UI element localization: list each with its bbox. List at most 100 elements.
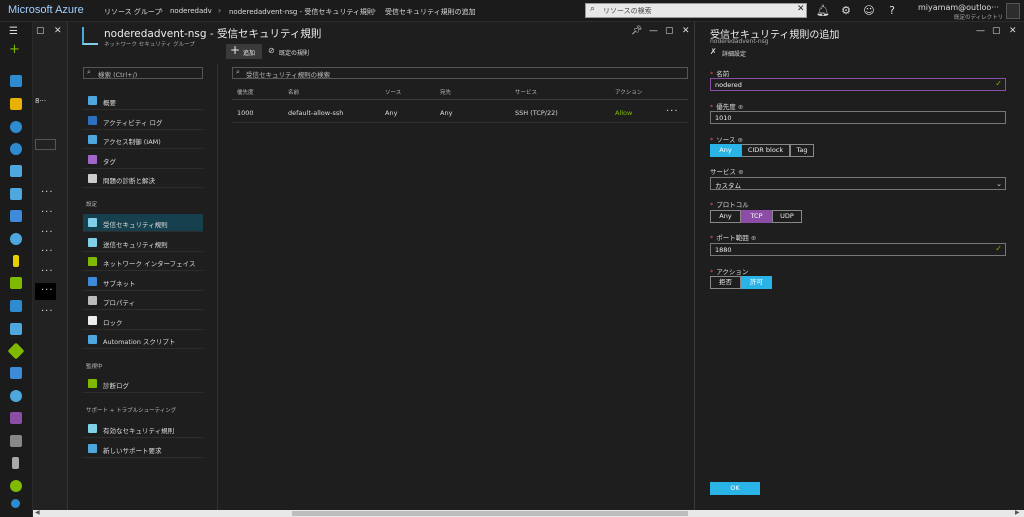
more-icon[interactable]: ··· (41, 266, 54, 277)
hamburger-icon[interactable]: ☰ (9, 26, 18, 37)
menu-item[interactable]: 概要 (83, 92, 203, 110)
dashboard-icon[interactable] (10, 75, 22, 87)
avatar[interactable] (1006, 3, 1020, 19)
more-icon[interactable]: ··· (41, 187, 54, 198)
minimize-icon[interactable]: — (976, 26, 985, 36)
scroll-right-icon[interactable]: ▶ (1015, 509, 1020, 516)
menu-item[interactable]: プロパティ (83, 292, 203, 310)
storage-icon[interactable] (10, 300, 22, 312)
more-icon[interactable]: ··· (41, 285, 54, 296)
monitor-icon[interactable] (10, 188, 22, 200)
column-header-priority[interactable]: 優先度 (237, 88, 254, 96)
column-header-source[interactable]: ソース (385, 88, 401, 96)
terminal-icon[interactable] (10, 367, 22, 379)
collapsed-input[interactable] (35, 139, 56, 150)
menu-item-icon (88, 218, 97, 227)
earth-icon[interactable] (10, 480, 22, 492)
pin-icon[interactable]: 📌︎ (631, 26, 642, 36)
close-icon[interactable]: ✕ (1009, 26, 1017, 36)
name-input[interactable]: nodered ✓ (710, 78, 1006, 91)
protocol-option-udp[interactable]: UDP (772, 210, 802, 223)
menu-item[interactable]: 受信セキュリティ規則 (83, 214, 203, 232)
action-option-allow[interactable]: 許可 (741, 276, 772, 289)
breadcrumb-add-rule[interactable]: 受信セキュリティ規則の追加 (385, 7, 476, 17)
smiley-icon[interactable]: ☺ (861, 3, 877, 19)
all-resources-icon[interactable] (10, 98, 22, 110)
protocol-label: * プロトコル (710, 201, 749, 209)
gear-icon[interactable]: ⚙ (838, 3, 854, 19)
column-header-action[interactable]: アクション (615, 88, 642, 96)
row-more-icon[interactable]: ··· (666, 106, 679, 117)
network-icon[interactable] (10, 412, 22, 424)
breadcrumb-nsg[interactable]: noderedadvent-nsg - 受信セキュリティ規則 (229, 7, 374, 17)
menu-item[interactable]: 新しいサポート要求 (83, 440, 203, 458)
help-icon[interactable]: ? (884, 3, 900, 19)
action-option-deny[interactable]: 拒否 (710, 276, 741, 289)
more-icon[interactable]: ··· (41, 306, 54, 317)
more-icon[interactable]: ··· (41, 227, 54, 238)
source-option-tag[interactable]: Tag (790, 144, 814, 157)
section-monitor: 監視中 (86, 364, 103, 370)
scroll-left-icon[interactable]: ◀ (35, 509, 40, 516)
default-rules-button[interactable]: 既定の規則 (279, 48, 309, 57)
gateway-icon[interactable] (10, 435, 22, 447)
source-option-cidr[interactable]: CIDR block (741, 144, 790, 157)
close-icon[interactable]: ✕ (682, 26, 690, 36)
more-icon[interactable]: ··· (41, 246, 54, 257)
menu-item[interactable]: 有効なセキュリティ規則 (83, 420, 203, 438)
plus-icon[interactable]: + (9, 43, 20, 56)
menu-item-label: 受信セキュリティ規則 (103, 221, 168, 229)
more-services-icon[interactable] (11, 499, 20, 508)
menu-item[interactable]: アクセス制御 (IAM) (83, 131, 203, 149)
key-icon[interactable] (13, 255, 19, 267)
clear-search-icon[interactable]: ✕ (797, 4, 805, 14)
globe-icon[interactable] (10, 143, 22, 155)
section-support: サポート + トラブルシューティング (86, 408, 177, 414)
maximize-icon[interactable]: ▢ (665, 26, 674, 36)
column-header-name[interactable]: 名前 (288, 88, 299, 96)
sql-icon[interactable] (10, 210, 22, 222)
factory-icon[interactable] (10, 323, 22, 335)
mobile-icon[interactable] (12, 457, 19, 469)
menu-item[interactable]: 問題の診断と解決 (83, 170, 203, 188)
ok-button[interactable]: OK (710, 482, 760, 495)
column-header-destination[interactable]: 宛先 (440, 88, 451, 96)
close-icon[interactable]: ✕ (54, 26, 62, 36)
bell-icon[interactable]: 🔔︎ (815, 3, 831, 19)
menu-item[interactable]: タグ (83, 151, 203, 169)
maximize-icon[interactable]: ▢ (36, 26, 45, 36)
source-option-any[interactable]: Any (710, 144, 741, 157)
column-header-service[interactable]: サービス (515, 88, 537, 96)
clock-icon[interactable] (10, 121, 22, 133)
service-select[interactable]: カスタム ⌄ (710, 177, 1006, 190)
protocol-option-tcp[interactable]: TCP (741, 210, 772, 223)
cloud-service-icon[interactable] (10, 390, 22, 402)
menu-item[interactable]: サブネット (83, 273, 203, 291)
minimize-icon[interactable]: — (649, 26, 658, 36)
app-service-icon[interactable] (10, 165, 22, 177)
default-rules-icon[interactable]: ⊘ (268, 46, 275, 55)
breadcrumb-resource-groups[interactable]: リソース グループ (104, 7, 161, 17)
menu-item[interactable]: 送信セキュリティ規則 (83, 234, 203, 252)
menu-item[interactable]: Automation スクリプト (83, 331, 203, 349)
protocol-option-any[interactable]: Any (710, 210, 741, 223)
advanced-settings-link[interactable]: 詳細設定 (722, 49, 746, 58)
maximize-icon[interactable]: ▢ (992, 26, 1001, 36)
breadcrumb-noderedadv[interactable]: noderedadv (170, 7, 212, 15)
shield-icon[interactable] (10, 277, 22, 289)
menu-item[interactable]: ネットワーク インターフェイス (83, 253, 203, 271)
cell-priority: 1000 (237, 109, 254, 117)
user-name[interactable]: miyamam@outloo··· (918, 3, 999, 12)
more-icon[interactable]: ··· (41, 207, 54, 218)
menu-item[interactable]: 診断ログ (83, 375, 203, 393)
priority-label: * 優先度 ⊕ (710, 103, 744, 111)
port-input[interactable]: 1880 ✓ (710, 243, 1006, 256)
horizontal-scroll-thumb[interactable] (292, 511, 688, 516)
cloud-icon[interactable] (10, 233, 22, 245)
priority-input[interactable]: 1010 (710, 111, 1006, 124)
tools-icon[interactable]: ✗ (710, 47, 717, 56)
menu-item[interactable]: アクティビティ ログ (83, 112, 203, 130)
menu-item[interactable]: ロック (83, 312, 203, 330)
azure-brand[interactable]: Microsoft Azure (8, 4, 84, 16)
blade-title: noderedadvent-nsg - 受信セキュリティ規則 (104, 28, 322, 40)
